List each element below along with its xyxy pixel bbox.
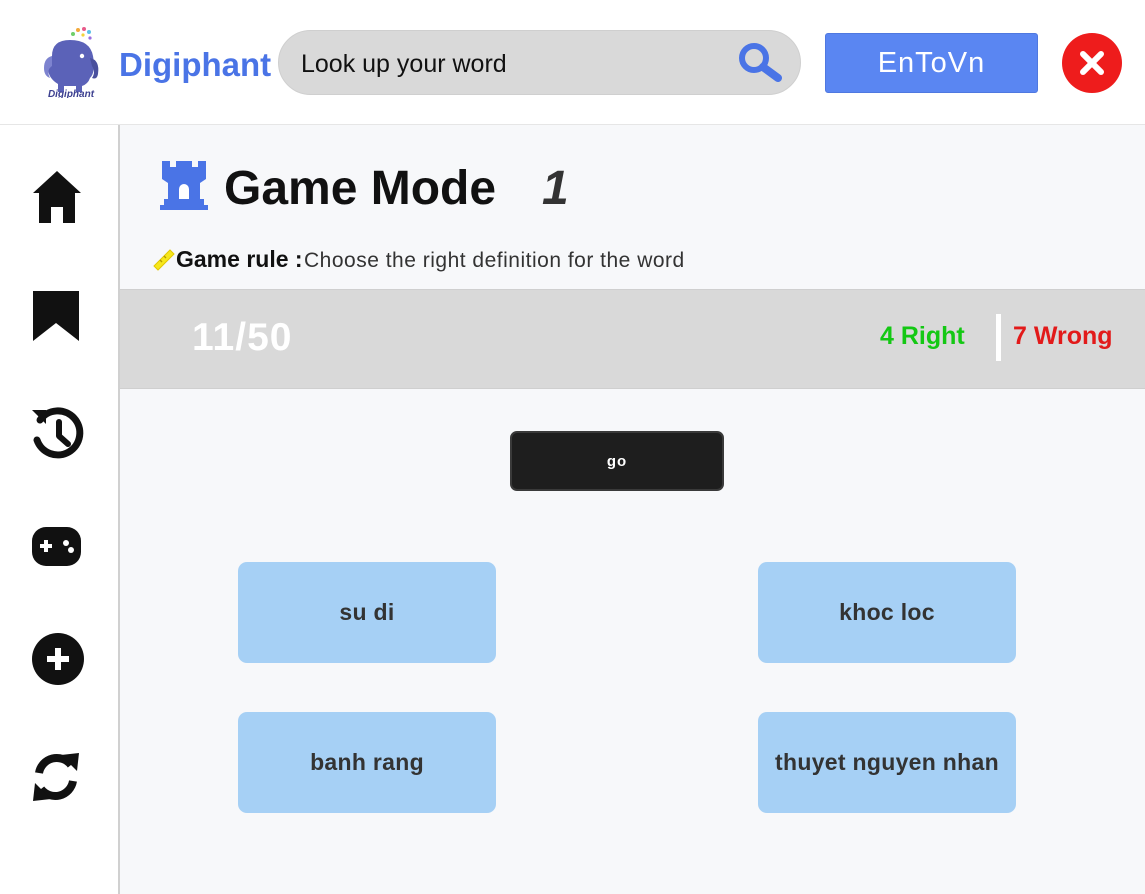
answer-option[interactable]: banh rang — [238, 712, 496, 813]
brand-name[interactable]: Digiphant — [119, 46, 271, 84]
game-level: 1 — [542, 162, 569, 215]
ruler-icon — [153, 249, 175, 271]
add-circle-icon[interactable] — [31, 632, 85, 686]
gamepad-icon[interactable] — [31, 526, 83, 568]
search-icon[interactable] — [736, 42, 784, 82]
castle-icon — [160, 161, 208, 210]
history-icon[interactable] — [31, 406, 85, 462]
language-toggle-button[interactable]: EnToVn — [825, 33, 1038, 93]
wrong-count: 7 Wrong — [1013, 322, 1113, 350]
refresh-icon[interactable] — [31, 751, 81, 803]
logo-wordmark: Digiphant — [48, 89, 95, 98]
bookmark-icon[interactable] — [31, 289, 81, 343]
close-button[interactable] — [1062, 33, 1122, 93]
game-rule-text: Choose the right definition for the word — [304, 249, 685, 272]
top-header: Digiphant Digiphant EnToVn — [0, 0, 1145, 125]
sidebar — [0, 125, 120, 894]
close-icon — [1080, 51, 1104, 75]
right-count: 4 Right — [880, 322, 965, 350]
digiphant-logo[interactable]: Digiphant — [38, 26, 104, 98]
search-bar — [278, 30, 801, 95]
question-progress: 11/50 — [192, 316, 293, 359]
answer-option[interactable]: thuyet nguyen nhan — [758, 712, 1016, 813]
game-rule-label: Game rule : — [176, 246, 303, 272]
home-icon[interactable] — [31, 169, 83, 225]
answer-option[interactable]: khoc loc — [758, 562, 1016, 663]
game-mode-title: Game Mode — [224, 162, 497, 215]
score-divider — [996, 314, 1001, 361]
game-panel: Game Mode 1 Game rule : Choose the right… — [120, 125, 1145, 894]
answer-option[interactable]: su di — [238, 562, 496, 663]
search-input[interactable] — [301, 46, 721, 82]
score-bar: 11/50 4 Right 7 Wrong — [120, 289, 1145, 389]
question-word: go — [510, 431, 724, 491]
